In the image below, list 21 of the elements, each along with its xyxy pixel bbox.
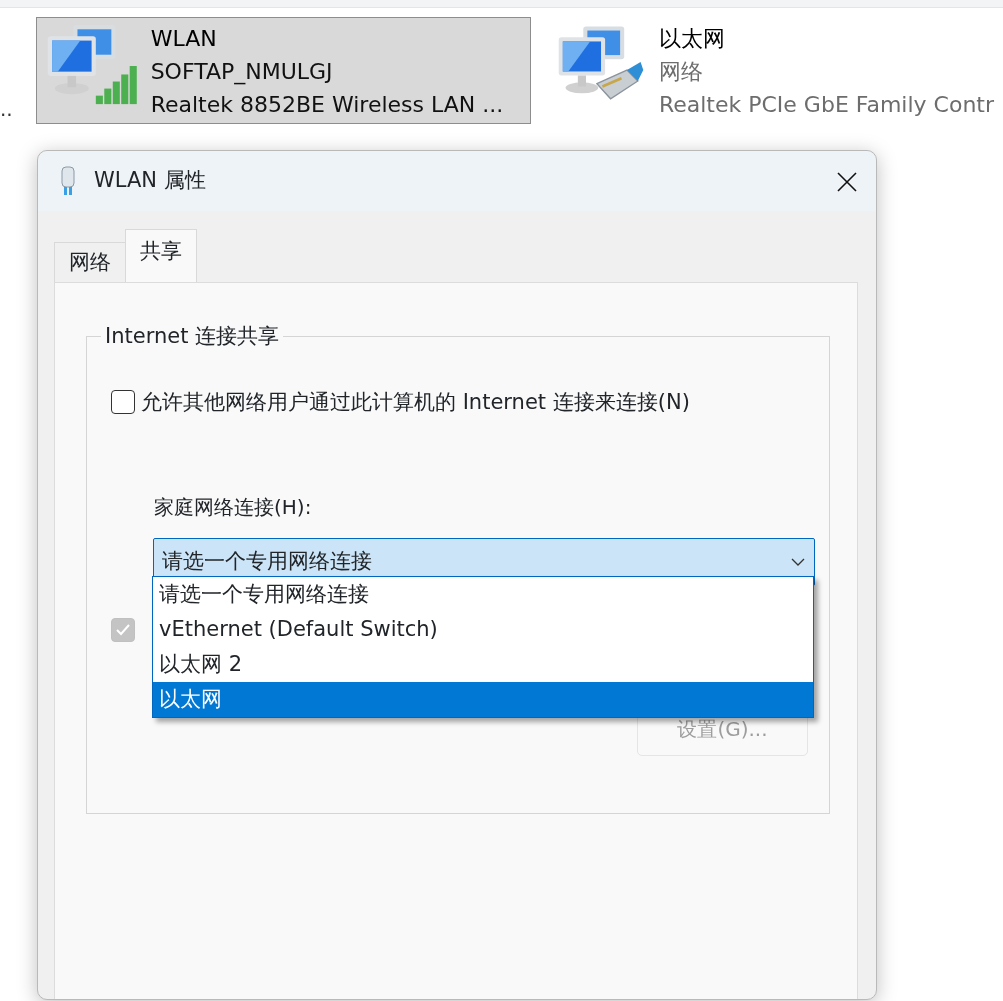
field-label: 家庭网络连接(H): [154, 494, 313, 521]
tab[interactable]: 共享 [125, 229, 197, 282]
window-title: WLAN 属性 [94, 167, 207, 195]
checkbox[interactable] [111, 390, 135, 415]
device-name: Realtek PCIe GbE Family Contr [658, 91, 994, 119]
adapter-name: WLAN [150, 25, 218, 53]
tab[interactable]: 网络 [54, 241, 126, 282]
adapter-icon [60, 166, 76, 196]
chevron-icon [790, 557, 806, 567]
network-name: SOFTAP_NMULGJ [150, 58, 334, 87]
dropdown-option[interactable]: vEthernet (Default Switch) [153, 612, 813, 647]
dropdown-option[interactable]: 以太网 [153, 682, 813, 717]
adapter-name: 以太网 [658, 25, 726, 53]
network-name: 网络 [658, 58, 704, 86]
adapter-tile[interactable]: 以太网 网络 Realtek PCIe GbE Family Contr [547, 17, 1003, 124]
dropdown-option[interactable]: 以太网 2 [153, 647, 813, 682]
check-icon [116, 624, 130, 636]
adapter-tile[interactable]: WLAN SOFTAP_NMULGJ Realtek 8852BE Wireless LAN ... [35, 17, 532, 124]
truncated-text: .. [0, 96, 14, 123]
device-name: Realtek 8852BE Wireless LAN ... [150, 91, 504, 119]
checkbox-label: 允许其他网络用户通过此计算机的 Internet 连接来连接(N) [141, 388, 690, 416]
